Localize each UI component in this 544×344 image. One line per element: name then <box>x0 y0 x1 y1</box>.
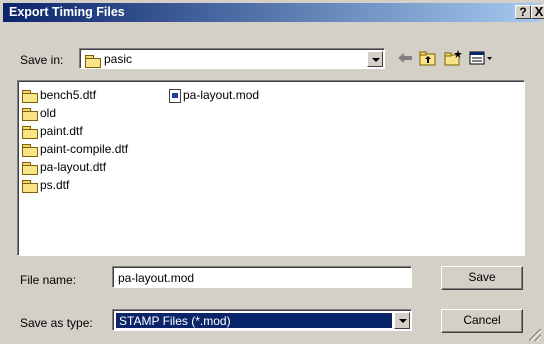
folder-icon <box>22 89 38 103</box>
save-as-type-label: Save as type: <box>20 316 93 330</box>
folder-icon <box>22 143 38 157</box>
file-name-label: File name: <box>20 273 77 287</box>
resize-grip[interactable] <box>529 329 541 341</box>
new-folder-icon[interactable] <box>443 49 463 67</box>
close-button[interactable]: X <box>531 5 544 19</box>
folder-icon <box>22 107 38 121</box>
save-as-type-value: STAMP Files (*.mod) <box>116 313 392 328</box>
view-menu-icon[interactable] <box>468 49 494 67</box>
mod-file-icon <box>169 88 181 103</box>
folder-icon <box>22 161 38 175</box>
up-folder-icon[interactable] <box>418 49 438 67</box>
chevron-down-icon[interactable] <box>394 312 410 329</box>
save-in-value: pasic <box>104 52 133 66</box>
list-item[interactable]: ps.dtf <box>22 176 69 194</box>
list-item-label: paint.dtf <box>40 124 83 138</box>
file-name-value: pa-layout.mod <box>118 271 195 285</box>
cancel-button[interactable]: Cancel <box>441 309 523 333</box>
save-in-label: Save in: <box>20 53 64 67</box>
folder-icon <box>22 125 38 139</box>
chevron-down-icon[interactable] <box>367 51 383 67</box>
list-item-label: pa-layout.dtf <box>40 160 107 174</box>
list-item-label: pa-layout.mod <box>183 88 260 102</box>
folder-icon <box>22 179 38 193</box>
back-arrow-icon[interactable] <box>395 49 415 67</box>
save-button[interactable]: Save <box>441 266 523 290</box>
save-in-combo[interactable]: pasic <box>79 48 385 69</box>
list-item-label: ps.dtf <box>40 178 70 192</box>
list-item[interactable]: paint-compile.dtf <box>22 140 128 158</box>
file-name-input[interactable]: pa-layout.mod <box>112 266 412 288</box>
save-as-type-select[interactable]: STAMP Files (*.mod) <box>112 309 412 331</box>
export-dialog: Export Timing Files ? X Save in: pasic b… <box>0 0 544 344</box>
list-item[interactable]: pa-layout.dtf <box>22 158 106 176</box>
list-item-label: old <box>40 106 57 120</box>
list-item[interactable]: paint.dtf <box>22 122 83 140</box>
list-item[interactable]: pa-layout.mod <box>169 86 259 104</box>
folder-open-icon <box>85 53 101 68</box>
file-list[interactable]: bench5.dtf old paint.dtf paint-compile.dtf p… <box>17 80 525 256</box>
list-item[interactable]: bench5.dtf <box>22 86 96 104</box>
list-item-label: paint-compile.dtf <box>40 142 129 156</box>
window-title: Export Timing Files <box>9 5 125 19</box>
title-bar[interactable]: Export Timing Files ? X <box>3 3 544 22</box>
list-item-label: bench5.dtf <box>40 88 97 102</box>
list-item[interactable]: old <box>22 104 56 122</box>
help-button[interactable]: ? <box>515 5 531 19</box>
